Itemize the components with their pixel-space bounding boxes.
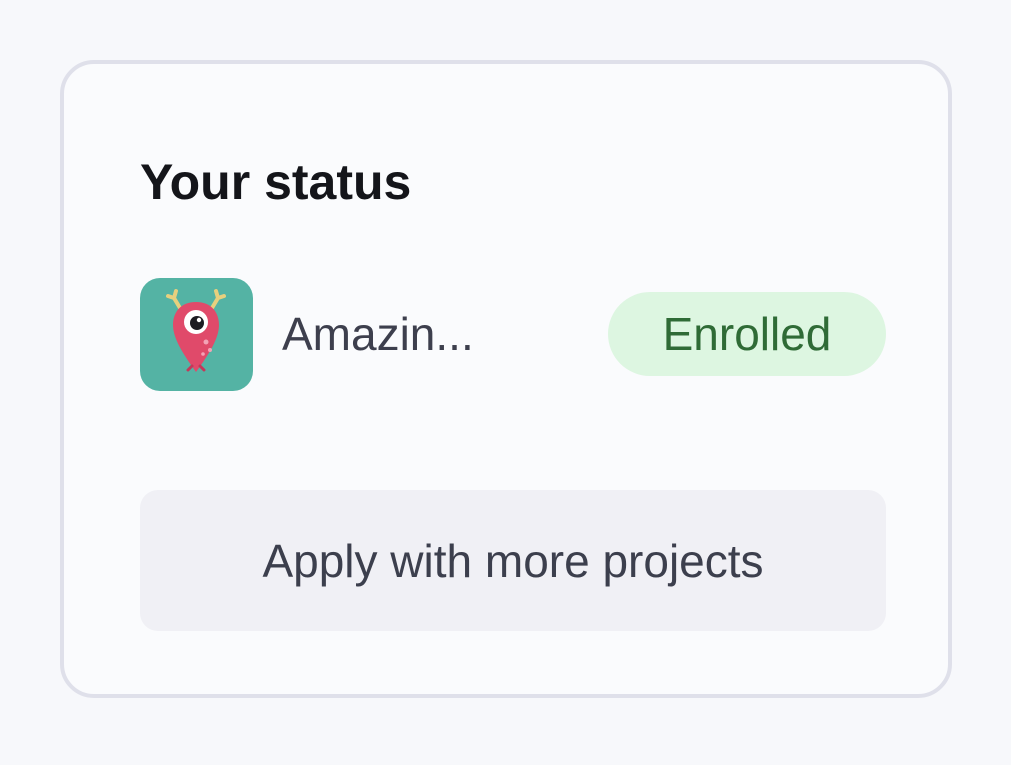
- page: Your status Amazin... Enrolled Apply wit…: [0, 0, 1011, 765]
- project-row[interactable]: Amazin... Enrolled: [140, 278, 888, 392]
- card-title: Your status: [140, 154, 412, 210]
- apply-more-projects-label: Apply with more projects: [262, 534, 764, 587]
- apply-more-projects-button[interactable]: Apply with more projects: [140, 490, 886, 631]
- status-card: Your status Amazin... Enrolled Apply wit…: [60, 60, 952, 698]
- status-badge-label: Enrolled: [662, 308, 832, 360]
- monster-pin-icon: [140, 278, 253, 391]
- project-name: Amazin...: [282, 308, 474, 360]
- status-badge: Enrolled: [608, 292, 886, 376]
